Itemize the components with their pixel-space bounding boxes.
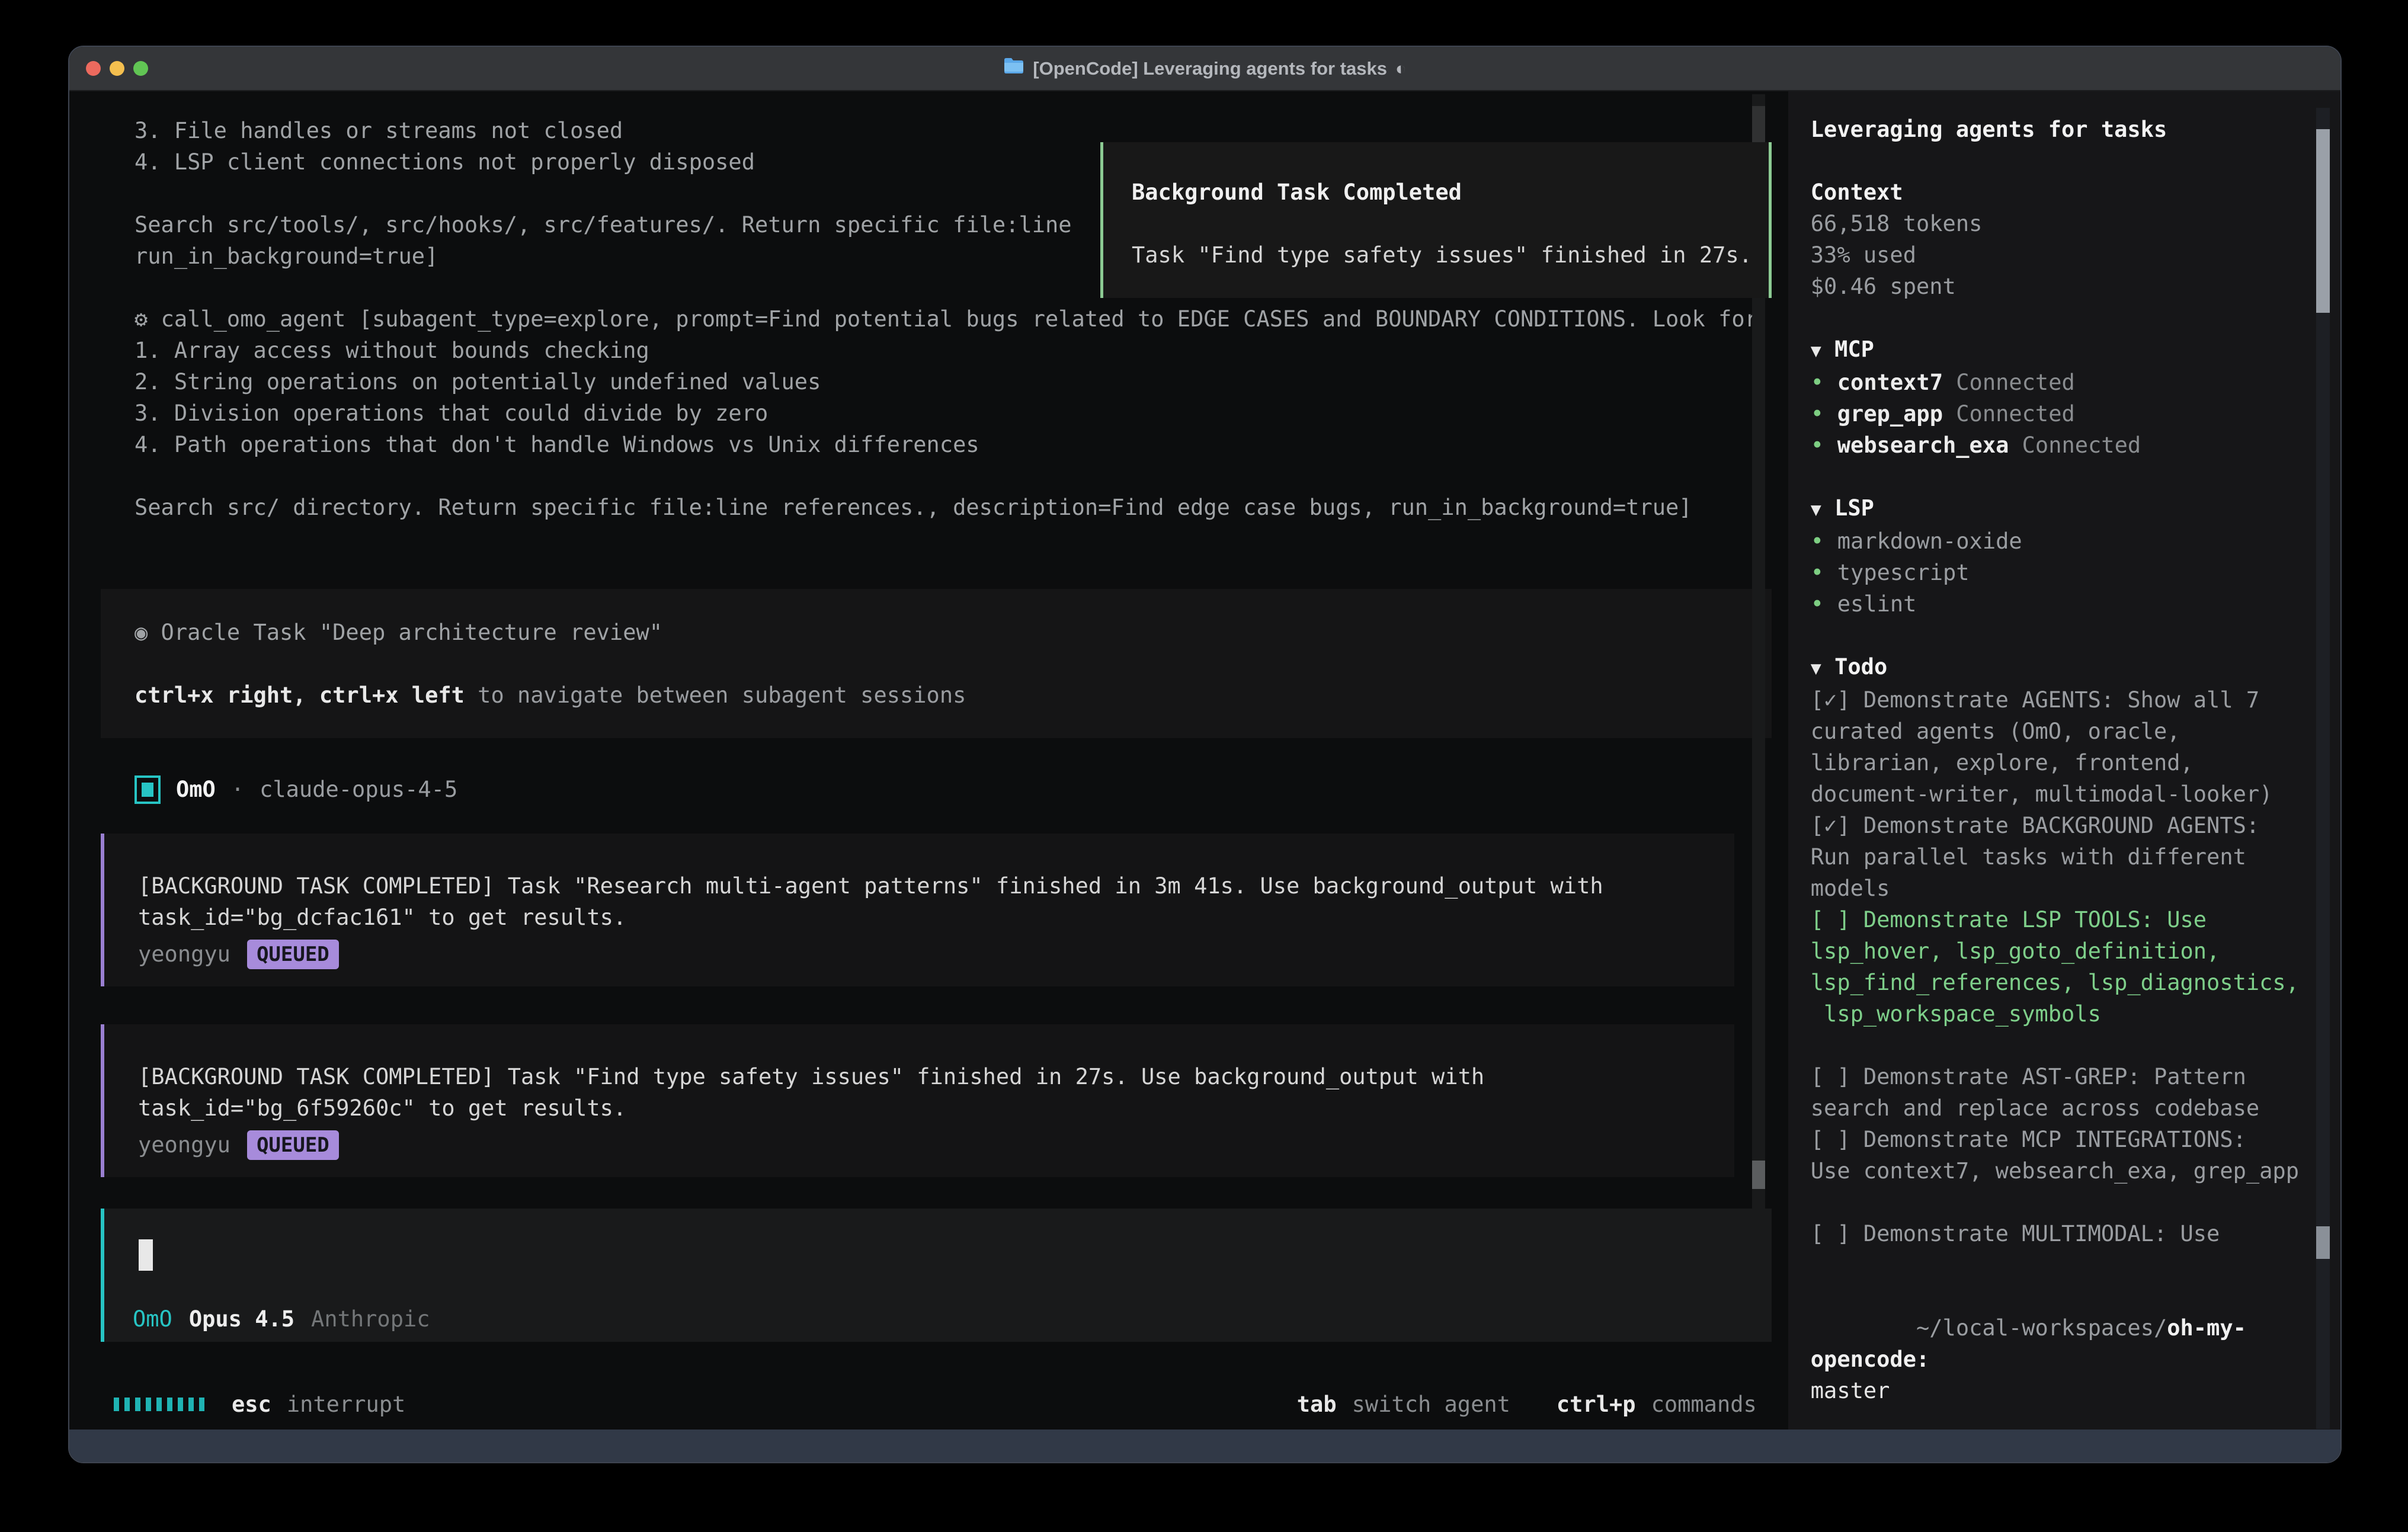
message-text: [BACKGROUND TASK COMPLETED] Task "Resear… [138, 870, 1734, 933]
status-dot-icon: • [1811, 430, 1837, 461]
toast-title: Background Task Completed [1132, 177, 1769, 208]
ctrlp-key: ctrl+p [1557, 1389, 1636, 1420]
sidebar: Leveraging agents for tasks Context 66,5… [1788, 91, 2340, 1430]
sidebar-scrollbar[interactable] [2316, 108, 2330, 1429]
hint-text: to navigate between subagent sessions [465, 682, 966, 708]
status-bar: esc interrupt tab switch agent ctrl+p co… [114, 1389, 1757, 1420]
context-heading: Context [1811, 177, 2299, 208]
input-model-name[interactable]: Opus 4.5 [189, 1303, 294, 1335]
hint-keys: ctrl+x right, ctrl+x left [135, 682, 465, 708]
context-spent: $0.46 spent [1811, 271, 2299, 302]
agent-header: OmO · claude-opus-4-5 [135, 774, 457, 805]
esc-key: esc [232, 1389, 271, 1420]
subagent-navigation-hint: ctrl+x right, ctrl+x left to navigate be… [135, 680, 1772, 711]
tab-label: switch agent [1352, 1389, 1510, 1420]
zoom-button[interactable] [133, 61, 148, 76]
status-dot-icon: • [1811, 557, 1837, 588]
message-meta: yeongyu QUEUED [138, 1129, 1734, 1161]
agent-model: claude-opus-4-5 [260, 774, 457, 805]
session-state-icon: ◐ [1395, 46, 1407, 91]
tab-key: tab [1297, 1389, 1337, 1420]
input-agent-name: OmO [133, 1303, 172, 1335]
message-meta: yeongyu QUEUED [138, 938, 1734, 970]
lsp-name: eslint [1837, 588, 1917, 620]
sidebar-scrollbar-thumb[interactable] [2316, 129, 2330, 313]
workspace-branch: master [1811, 1375, 2299, 1406]
mcp-item: • grep_app Connected [1811, 398, 2299, 430]
mcp-name: context7 [1837, 367, 1943, 398]
todo-item: [ ] Demonstrate MULTIMODAL: Use [1811, 1218, 2299, 1249]
mcp-item: • context7 Connected [1811, 367, 2299, 398]
agent-name: OmO [176, 774, 216, 805]
chevron-down-icon: ▼ [1811, 499, 1821, 520]
lsp-name: markdown-oxide [1837, 525, 2022, 557]
background-task-toast: Background Task Completed Task "Find typ… [1100, 142, 1772, 298]
folder-icon [1003, 46, 1024, 91]
input-meta: OmO Opus 4.5 Anthropic [133, 1303, 430, 1335]
sidebar-scrollbar-thumb-lower[interactable] [2316, 1226, 2330, 1259]
interrupt-hint: esc interrupt [232, 1389, 405, 1420]
context-tokens: 66,518 tokens [1811, 208, 2299, 239]
message-block: [BACKGROUND TASK COMPLETED] Task "Resear… [101, 834, 1734, 986]
oracle-task-label: ◉ Oracle Task "Deep architecture review" [135, 617, 1772, 648]
toast-message: Task "Find type safety issues" finished … [1132, 239, 1769, 271]
close-button[interactable] [86, 61, 101, 76]
mcp-name: grep_app [1837, 398, 1943, 430]
lsp-section-header[interactable]: ▼ LSP [1811, 492, 2299, 525]
window-content: 3. File handles or streams not closed 4.… [69, 91, 2340, 1430]
lsp-item: • eslint [1811, 588, 2299, 620]
text-cursor [139, 1239, 153, 1271]
mcp-status: Connected [1943, 367, 2075, 398]
prompt-input[interactable]: OmO Opus 4.5 Anthropic [101, 1209, 1772, 1342]
message-author: yeongyu [138, 1129, 230, 1161]
status-dot-icon: • [1811, 398, 1837, 430]
mcp-status: Connected [1943, 398, 2075, 430]
agent-square-icon [135, 775, 161, 804]
todo-item: [ ] Demonstrate AST-GREP: Pattern search… [1811, 1061, 2299, 1124]
input-provider-name: Anthropic [311, 1303, 430, 1335]
title-bar[interactable]: [OpenCode] Leveraging agents for tasks ◐ [69, 47, 2340, 91]
status-dot-icon: • [1811, 367, 1837, 398]
todo-item-active: [ ] Demonstrate LSP TOOLS: Use lsp_hover… [1811, 904, 2299, 1030]
mcp-item: • websearch_exa Connected [1811, 430, 2299, 461]
context-used: 33% used [1811, 239, 2299, 271]
window-title-group: [OpenCode] Leveraging agents for tasks ◐ [69, 46, 2340, 91]
traffic-lights [69, 61, 148, 76]
todo-item: [ ] Demonstrate MCP INTEGRATIONS: Use co… [1811, 1124, 2299, 1187]
oracle-task-panel: ◉ Oracle Task "Deep architecture review"… [101, 589, 1772, 738]
chat-scrollbar-thumb-top[interactable] [1752, 106, 1765, 143]
status-badge: QUEUED [247, 1130, 339, 1160]
workspace-path-prefix: ~/local-workspaces/ [1916, 1315, 2167, 1341]
lsp-item: • typescript [1811, 557, 2299, 588]
mcp-status: Connected [2009, 430, 2141, 461]
session-title: Leveraging agents for tasks [1811, 114, 2299, 145]
window-title: [OpenCode] Leveraging agents for tasks [1033, 46, 1387, 91]
status-dot-icon: • [1811, 588, 1837, 620]
spinner-icon [114, 1398, 204, 1411]
mcp-section-header[interactable]: ▼ MCP [1811, 334, 2299, 367]
minimize-button[interactable] [110, 61, 124, 76]
status-badge: QUEUED [247, 940, 339, 969]
todo-item: [✓] Demonstrate BACKGROUND AGENTS: Run p… [1811, 810, 2299, 904]
chat-scrollbar-thumb[interactable] [1752, 1161, 1765, 1189]
todo-section-header[interactable]: ▼ Todo [1811, 651, 2299, 684]
status-dot-icon: • [1811, 525, 1837, 557]
ctrlp-label: commands [1651, 1389, 1757, 1420]
message-author: yeongyu [138, 938, 230, 970]
shortcut-hints: tab switch agent ctrl+p commands [1297, 1389, 1757, 1420]
window-bottom-edge [69, 1430, 2340, 1462]
chevron-down-icon: ▼ [1811, 341, 1821, 361]
todo-item: [✓] Demonstrate AGENTS: Show all 7 curat… [1811, 684, 2299, 810]
lsp-name: typescript [1837, 557, 1970, 588]
message-block: [BACKGROUND TASK COMPLETED] Task "Find t… [101, 1024, 1734, 1177]
chevron-down-icon: ▼ [1811, 658, 1821, 679]
agent-separator: · [231, 774, 244, 805]
lsp-item: • markdown-oxide [1811, 525, 2299, 557]
esc-label: interrupt [287, 1389, 405, 1420]
message-text: [BACKGROUND TASK COMPLETED] Task "Find t… [138, 1061, 1734, 1124]
mcp-name: websearch_exa [1837, 430, 2009, 461]
chat-pane: 3. File handles or streams not closed 4.… [69, 91, 1788, 1430]
opencode-window: [OpenCode] Leveraging agents for tasks ◐… [68, 46, 2342, 1463]
